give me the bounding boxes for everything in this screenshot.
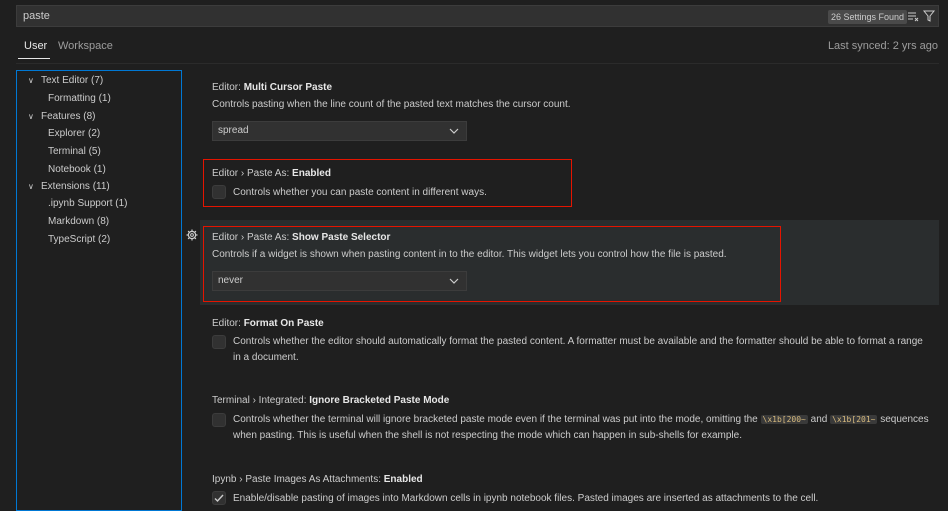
checkmark-icon <box>214 494 224 503</box>
chevron-down-icon[interactable]: ∨ <box>28 76 34 85</box>
chevron-down-icon <box>449 278 459 284</box>
active-tab-indicator <box>18 58 50 59</box>
settings-toc-tree[interactable]: ∨ Text Editor (7) Formatting (1) ∨ Featu… <box>16 70 182 511</box>
setting-paste-as-enabled: Editor › Paste As: Enabled <box>212 168 331 179</box>
setting-description: Controls whether you can paste content i… <box>233 187 487 198</box>
format-on-paste-checkbox[interactable] <box>212 335 226 349</box>
toc-item-extensions[interactable]: Extensions (11) <box>41 181 110 192</box>
setting-title: Editor › Paste As: Show Paste Selector <box>212 232 391 243</box>
toc-item-text-editor[interactable]: Text Editor (7) <box>41 75 103 86</box>
toc-item-ipynb-support[interactable]: .ipynb Support (1) <box>48 198 128 209</box>
code-snippet: \x1b[200~ <box>760 415 808 424</box>
tab-user[interactable]: User <box>24 40 47 52</box>
setting-description: Controls whether the terminal will ignor… <box>233 414 929 441</box>
toc-item-features[interactable]: Features (8) <box>41 111 95 122</box>
paste-as-enabled-checkbox[interactable] <box>212 185 226 199</box>
setting-show-paste-selector: Editor › Paste As: Show Paste Selector C… <box>212 232 727 262</box>
setting-multi-cursor-paste: Editor: Multi Cursor Paste Controls past… <box>212 82 571 112</box>
setting-description: Controls pasting when the line count of … <box>212 99 571 110</box>
chevron-down-icon <box>449 128 459 134</box>
last-synced-label: Last synced: 2 yrs ago <box>827 40 938 52</box>
toc-item-notebook[interactable]: Notebook (1) <box>48 164 106 175</box>
chevron-down-icon[interactable]: ∨ <box>28 182 34 191</box>
toc-item-markdown[interactable]: Markdown (8) <box>48 216 109 227</box>
settings-found-badge: 26 Settings Found <box>828 10 908 24</box>
dropdown-value: spread <box>218 125 249 136</box>
setting-ignore-bracketed-paste-mode: Terminal › Integrated: Ignore Bracketed … <box>212 395 449 406</box>
setting-title: Editor: Format On Paste <box>212 318 324 329</box>
setting-format-on-paste: Editor: Format On Paste <box>212 318 324 329</box>
clear-filter-icon[interactable] <box>906 9 920 23</box>
filter-icon[interactable] <box>922 9 936 23</box>
setting-description: Controls whether the editor should autom… <box>233 336 923 363</box>
setting-paste-images-as-attachments: Ipynb › Paste Images As Attachments: Ena… <box>212 474 423 485</box>
gear-icon[interactable] <box>186 229 198 241</box>
ignore-bracketed-paste-checkbox[interactable] <box>212 413 226 427</box>
toc-item-explorer[interactable]: Explorer (2) <box>48 128 100 139</box>
settings-search-bar[interactable]: paste 26 Settings Found <box>16 5 939 27</box>
dropdown-value: never <box>218 275 244 286</box>
setting-description: Controls if a widget is shown when pasti… <box>212 249 727 260</box>
setting-description: Enable/disable pasting of images into Ma… <box>233 493 819 504</box>
header-divider <box>16 63 939 64</box>
paste-images-checkbox[interactable] <box>212 491 226 505</box>
code-snippet: \x1b[201~ <box>830 415 878 424</box>
chevron-down-icon[interactable]: ∨ <box>28 112 34 121</box>
search-input[interactable]: paste <box>23 10 50 22</box>
setting-title: Ipynb › Paste Images As Attachments: Ena… <box>212 474 423 485</box>
show-paste-selector-dropdown[interactable]: never <box>212 271 467 291</box>
toc-item-terminal[interactable]: Terminal (5) <box>48 146 101 157</box>
toc-item-formatting[interactable]: Formatting (1) <box>48 93 111 104</box>
setting-title: Editor › Paste As: Enabled <box>212 168 331 179</box>
multi-cursor-paste-dropdown[interactable]: spread <box>212 121 467 141</box>
tab-workspace[interactable]: Workspace <box>58 40 113 52</box>
toc-item-typescript[interactable]: TypeScript (2) <box>48 234 110 245</box>
setting-title: Terminal › Integrated: Ignore Bracketed … <box>212 395 450 406</box>
setting-title: Editor: Multi Cursor Paste <box>212 82 333 93</box>
